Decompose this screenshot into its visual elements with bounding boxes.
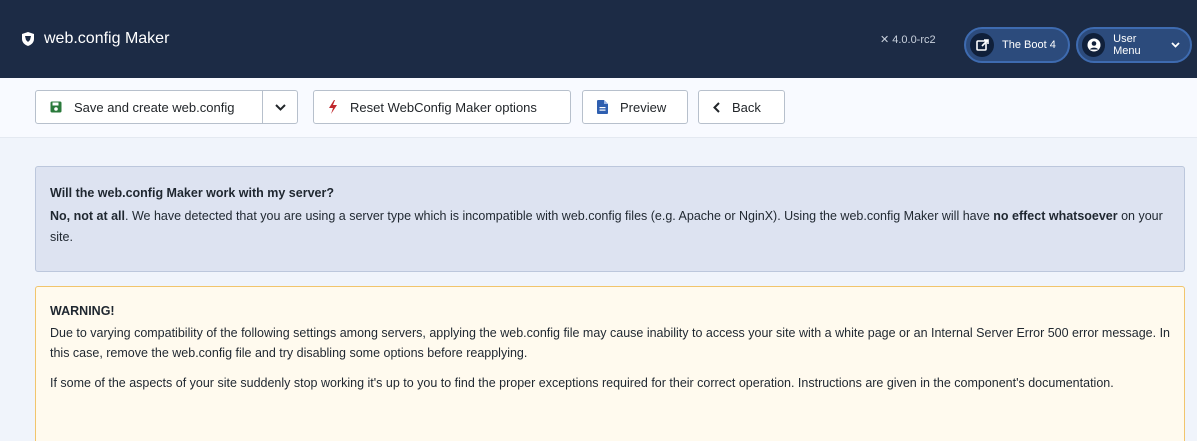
user-menu-button[interactable]: User Menu	[1076, 27, 1192, 63]
toolbar: Save and create web.config Reset WebConf…	[0, 78, 1197, 138]
user-circle-icon	[1082, 33, 1106, 57]
alert-strong-lead: No, not at all	[50, 209, 125, 223]
save-button[interactable]: Save and create web.config	[35, 90, 263, 124]
warning-paragraph-1: Due to varying compatibility of the foll…	[50, 326, 1170, 360]
server-compatibility-alert: Will the web.config Maker work with my s…	[35, 166, 1185, 272]
warning-paragraph-2: If some of the aspects of your site sudd…	[50, 376, 1114, 390]
site-label: The Boot 4	[1002, 39, 1056, 51]
warning-heading: WARNING!	[50, 304, 115, 318]
back-button[interactable]: Back	[698, 90, 785, 124]
file-icon	[597, 100, 608, 114]
shield-icon	[22, 32, 34, 46]
save-dropdown-toggle[interactable]	[262, 90, 298, 124]
preview-label: Preview	[620, 99, 667, 115]
save-icon	[50, 101, 62, 113]
alert-strong-tail: no effect whatsoever	[993, 209, 1118, 223]
site-link-button[interactable]: The Boot 4	[964, 27, 1070, 63]
chevron-left-icon	[713, 101, 720, 113]
alert-heading: Will the web.config Maker work with my s…	[50, 186, 334, 200]
version-text: 4.0.0-rc2	[892, 33, 936, 46]
alert-body: No, not at all. We have detected that yo…	[50, 206, 1170, 248]
chevron-down-icon	[1171, 40, 1180, 51]
reset-options-button[interactable]: Reset WebConfig Maker options	[313, 90, 571, 124]
version-info: ✕ 4.0.0-rc2	[880, 33, 936, 47]
header-bar: web.config Maker ✕ 4.0.0-rc2 The Boot 4 …	[0, 0, 1197, 78]
reset-label: Reset WebConfig Maker options	[350, 99, 537, 115]
back-label: Back	[732, 99, 761, 115]
bolt-icon	[329, 100, 337, 114]
joomla-icon: ✕	[880, 34, 890, 46]
brand: web.config Maker	[20, 0, 169, 78]
user-menu-label: User Menu	[1113, 33, 1141, 57]
external-link-icon	[970, 33, 994, 57]
preview-button[interactable]: Preview	[582, 90, 688, 124]
save-label: Save and create web.config	[74, 99, 235, 115]
app-title: web.config Maker	[44, 30, 170, 47]
alert-text-middle: . We have detected that you are using a …	[125, 209, 994, 223]
chevron-down-icon	[274, 103, 286, 111]
warning-alert: WARNING! Due to varying compatibility of…	[35, 286, 1185, 441]
